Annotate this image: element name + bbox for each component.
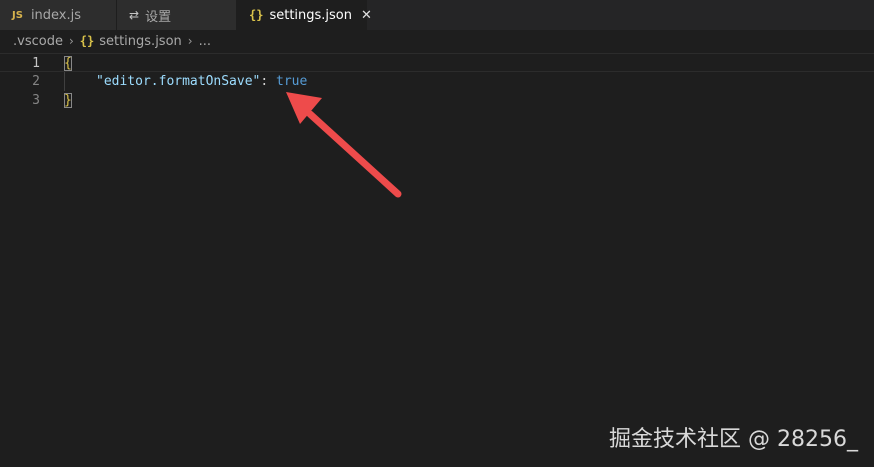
json-key: "editor.formatOnSave" (96, 74, 261, 89)
tab-bar: JS index.js ⇄ 设置 {} settings.json ✕ (0, 0, 874, 30)
code-line: 1 { (0, 53, 874, 72)
tab-label: settings.json (269, 7, 353, 23)
chevron-right-icon: › (187, 34, 193, 48)
settings-icon: ⇄ (129, 8, 140, 22)
tab-label: 设置 (145, 9, 172, 25)
code-line: 2 "editor.formatOnSave": true (0, 72, 874, 91)
code-text: "editor.formatOnSave": true (96, 72, 307, 91)
breadcrumb-more[interactable]: ... (199, 34, 211, 49)
code-text: { (64, 54, 72, 73)
tab-settings-ui[interactable]: ⇄ 设置 (117, 0, 237, 30)
breadcrumb: .vscode › {} settings.json › ... (0, 30, 874, 52)
line-number: 3 (32, 93, 40, 108)
javascript-file-icon: JS (12, 9, 23, 21)
tab-label: index.js (30, 7, 82, 23)
breadcrumb-folder[interactable]: .vscode (13, 34, 63, 49)
code-editor[interactable]: 1 { 2 "editor.formatOnSave": true 3 } (0, 52, 874, 467)
code-line: 3 } (0, 91, 874, 110)
watermark: 掘金技术社区 @ 28256_ (609, 427, 858, 452)
json-colon: : (260, 74, 277, 89)
line-number: 2 (32, 74, 40, 89)
tab-settings-json[interactable]: {} settings.json ✕ (237, 0, 372, 30)
editor-window: JS index.js ⇄ 设置 {} settings.json ✕ .vsc… (0, 0, 874, 467)
json-file-icon: {} (249, 8, 264, 22)
tab-index-js[interactable]: JS index.js (0, 0, 117, 30)
json-value: true (276, 74, 308, 89)
chevron-right-icon: › (68, 34, 74, 48)
open-brace: { (64, 56, 72, 71)
close-icon[interactable]: ✕ (361, 8, 372, 23)
line-number: 1 (32, 56, 40, 71)
indent-guide (64, 72, 65, 91)
json-file-icon: {} (79, 34, 95, 48)
close-brace: } (64, 93, 72, 108)
breadcrumb-file[interactable]: settings.json (99, 34, 182, 49)
code-text: } (64, 91, 72, 110)
